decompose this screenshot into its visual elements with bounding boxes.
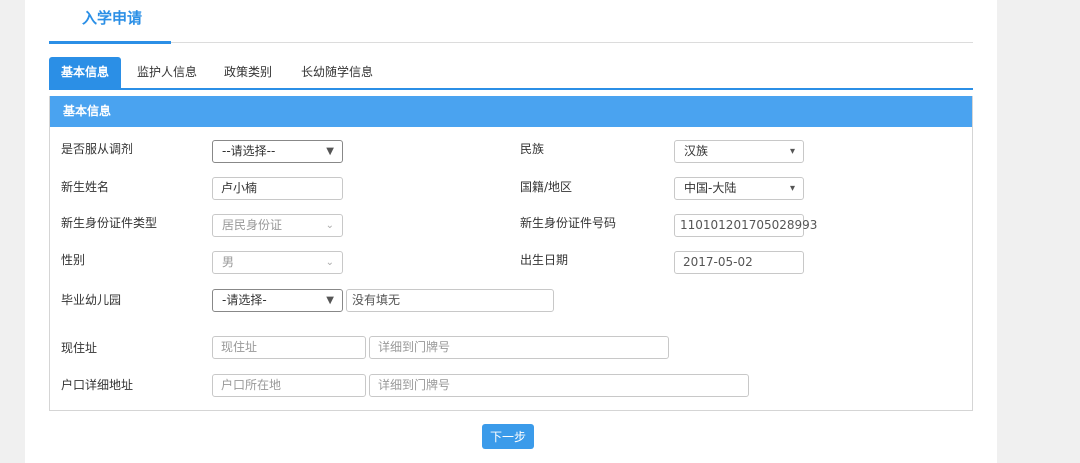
id-type-select[interactable]: 居民身份证 ⌄ <box>212 214 343 237</box>
obey-adjust-label: 是否服从调剂 <box>61 142 134 156</box>
basic-info-panel: 基本信息 是否服从调剂 --请选择-- ▼ 民族 汉族 ▾ 新生姓名 卢小楠 国… <box>49 96 973 411</box>
next-step-button[interactable]: 下一步 <box>482 424 534 449</box>
gender-select[interactable]: 男 ⌄ <box>212 251 343 274</box>
current-address-area-input[interactable]: 现住址 <box>212 336 366 359</box>
tab-sibling-info[interactable]: 长幼随学信息 <box>289 57 385 88</box>
nationality-label: 国籍/地区 <box>520 180 573 194</box>
id-number-value: 110101201705028993 <box>680 218 818 232</box>
birth-date-input[interactable]: 2017-05-02 <box>674 251 804 274</box>
title-underline <box>49 41 171 44</box>
ethnicity-label: 民族 <box>520 142 545 156</box>
obey-adjust-value: --请选择-- <box>222 144 276 158</box>
ethnicity-select[interactable]: 汉族 ▾ <box>674 140 804 163</box>
birth-date-value: 2017-05-02 <box>683 255 753 269</box>
chevron-down-icon: ▼ <box>326 146 334 157</box>
nationality-value: 中国-大陆 <box>684 181 737 195</box>
hukou-address-detail-input[interactable]: 详细到门牌号 <box>369 374 749 397</box>
hukou-address-detail-placeholder: 详细到门牌号 <box>378 378 451 392</box>
tab-bar: 基本信息 监护人信息 政策类别 长幼随学信息 <box>49 57 973 90</box>
current-address-label: 现住址 <box>61 341 98 355</box>
gender-label: 性别 <box>61 253 86 267</box>
ethnicity-value: 汉族 <box>684 144 709 158</box>
hukou-address-area-placeholder: 户口所在地 <box>221 378 282 392</box>
nationality-select[interactable]: 中国-大陆 ▾ <box>674 177 804 200</box>
id-type-value: 居民身份证 <box>222 218 283 232</box>
kindergarten-extra-input[interactable]: 没有填无 <box>346 289 554 312</box>
tab-basic-info[interactable]: 基本信息 <box>49 57 122 88</box>
birth-date-label: 出生日期 <box>520 253 569 267</box>
id-number-label: 新生身份证件号码 <box>520 216 617 230</box>
caret-down-icon: ▾ <box>789 146 795 157</box>
page-container: 入学申请 基本信息 监护人信息 政策类别 长幼随学信息 基本信息 是否服从调剂 … <box>25 0 997 463</box>
name-input[interactable]: 卢小楠 <box>212 177 343 200</box>
current-address-detail-placeholder: 详细到门牌号 <box>378 340 451 354</box>
title-bar: 入学申请 <box>49 0 973 44</box>
page-title: 入学申请 <box>82 9 143 27</box>
caret-down-icon: ▾ <box>789 183 795 194</box>
gender-value: 男 <box>222 255 235 269</box>
kindergarten-extra-value: 没有填无 <box>352 293 401 307</box>
chevron-down-icon: ⌄ <box>325 257 334 268</box>
kindergarten-value: -请选择- <box>222 293 267 307</box>
id-number-input[interactable]: 110101201705028993 <box>674 214 817 237</box>
section-header: 基本信息 <box>50 96 972 127</box>
obey-adjust-select[interactable]: --请选择-- ▼ <box>212 140 343 163</box>
kindergarten-select[interactable]: -请选择- ▼ <box>212 289 343 312</box>
name-value: 卢小楠 <box>221 181 258 195</box>
current-address-detail-input[interactable]: 详细到门牌号 <box>369 336 669 359</box>
section-title: 基本信息 <box>63 104 112 118</box>
tab-policy-category[interactable]: 政策类别 <box>212 57 284 88</box>
tab-guardian-info[interactable]: 监护人信息 <box>125 57 209 88</box>
chevron-down-icon: ⌄ <box>325 220 334 231</box>
name-label: 新生姓名 <box>61 180 110 194</box>
hukou-address-label: 户口详细地址 <box>61 378 134 392</box>
kindergarten-label: 毕业幼儿园 <box>61 293 122 307</box>
id-type-label: 新生身份证件类型 <box>61 216 158 230</box>
hukou-address-area-input[interactable]: 户口所在地 <box>212 374 366 397</box>
current-address-area-placeholder: 现住址 <box>221 340 258 354</box>
chevron-down-icon: ▼ <box>326 295 334 306</box>
